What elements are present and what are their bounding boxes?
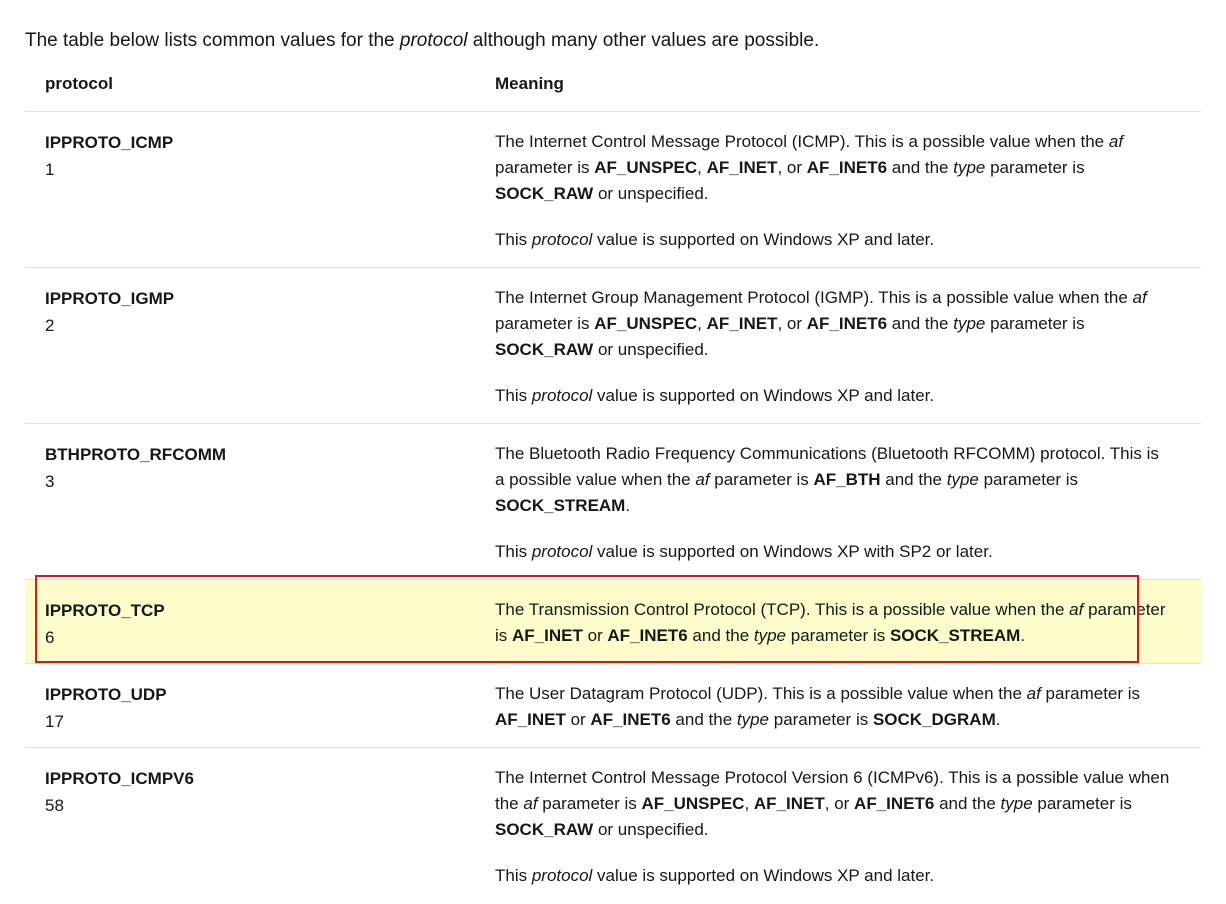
meaning-cell: The Internet Control Message Protocol Ve… [495,748,1181,904]
bold-term: AF_INET [512,626,583,645]
intro-text-before: The table below lists common values for … [25,30,400,51]
bold-term: AF_UNSPEC [641,794,745,813]
bold-term: AF_INET6 [806,158,888,177]
bold-term: SOCK_DGRAM [872,710,996,729]
protocol-value: 3 [45,472,55,491]
support-note: This protocol value is supported on Wind… [495,866,935,885]
italic-term: protocol [531,386,593,405]
bold-term: AF_INET6 [607,626,688,645]
italic-term: type [736,710,770,729]
protocol-cell: IPPROTO_ICMP 1 [25,112,495,267]
protocol-name: IPPROTO_ICMP [45,133,174,152]
bold-term: AF_INET6 [806,314,888,333]
italic-term: af [1132,288,1147,307]
bold-term: AF_INET [706,314,778,333]
intro-term: protocol [399,30,468,51]
protocol-cell: IPPROTO_ICMPV6 58 [25,748,495,904]
italic-term: af [523,794,538,813]
table-row: BTHPROTO_RFCOMM 3 The Bluetooth Radio Fr… [25,424,1201,580]
bold-term: AF_UNSPEC [594,158,698,177]
meaning-text: The Internet Group Management Protocol (… [495,288,1147,359]
bold-term: SOCK_STREAM [889,626,1021,645]
intro-paragraph: The table below lists common values for … [25,28,819,54]
meaning-cell: The User Datagram Protocol (UDP). This i… [495,664,1181,747]
support-note: This protocol value is supported on Wind… [495,386,935,405]
italic-term: type [953,314,986,333]
bold-term: AF_INET6 [590,710,671,729]
table-row: IPPROTO_ICMP 1 The Internet Control Mess… [25,112,1201,268]
support-note: This protocol value is supported on Wind… [495,230,935,249]
bold-term: SOCK_RAW [495,340,594,359]
protocol-value: 58 [45,796,64,815]
meaning-text: The Bluetooth Radio Frequency Communicat… [495,444,1159,515]
italic-term: type [1000,794,1033,813]
protocol-value: 1 [45,160,55,179]
italic-term: type [946,470,979,489]
table-row: IPPROTO_ICMPV6 58 The Internet Control M… [25,748,1201,904]
protocol-cell: IPPROTO_TCP 6 [25,580,495,663]
bold-term: AF_INET [706,158,778,177]
support-note: This protocol value is supported on Wind… [495,542,993,561]
protocol-table: protocol Meaning IPPROTO_ICMP 1 The Inte… [25,62,1201,904]
meaning-cell: The Internet Group Management Protocol (… [495,268,1181,423]
header-protocol: protocol [45,74,113,93]
bold-term: AF_BTH [813,470,881,489]
protocol-cell: BTHPROTO_RFCOMM 3 [25,424,495,579]
protocol-name: IPPROTO_IGMP [45,289,175,308]
meaning-text: The User Datagram Protocol (UDP). This i… [495,684,1141,729]
table-row: IPPROTO_IGMP 2 The Internet Group Manage… [25,268,1201,424]
italic-term: af [695,470,710,489]
italic-term: protocol [531,866,593,885]
protocol-cell: IPPROTO_UDP 17 [25,664,495,747]
protocol-cell: IPPROTO_IGMP 2 [25,268,495,423]
meaning-text: The Internet Control Message Protocol (I… [495,132,1124,203]
italic-term: type [953,158,986,177]
bold-term: AF_INET [495,710,566,729]
protocol-value: 6 [45,628,55,647]
table-row: IPPROTO_UDP 17 The User Datagram Protoco… [25,664,1201,748]
protocol-name: IPPROTO_ICMPV6 [45,769,194,788]
bold-term: SOCK_RAW [495,184,594,203]
italic-term: protocol [531,542,593,561]
bold-term: AF_INET6 [854,794,935,813]
meaning-text: The Internet Control Message Protocol Ve… [495,768,1170,839]
italic-term: protocol [531,230,593,249]
meaning-cell: The Bluetooth Radio Frequency Communicat… [495,424,1181,579]
italic-term: af [1108,132,1124,151]
italic-term: af [1026,684,1041,703]
italic-term: af [1069,600,1084,619]
protocol-value: 2 [45,316,55,335]
bold-term: SOCK_STREAM [495,496,626,515]
table-row-highlighted: IPPROTO_TCP 6 The Transmission Control P… [25,580,1201,664]
meaning-cell: The Internet Control Message Protocol (I… [495,112,1181,267]
protocol-name: IPPROTO_UDP [45,685,167,704]
intro-text-after: although many other values are possible. [467,30,820,51]
bold-term: AF_UNSPEC [594,314,698,333]
bold-term: AF_INET [753,794,825,813]
table-header-row: protocol Meaning [25,62,1201,112]
meaning-text: The Transmission Control Protocol (TCP).… [495,600,1166,645]
protocol-name: BTHPROTO_RFCOMM [45,445,227,464]
meaning-cell: The Transmission Control Protocol (TCP).… [495,580,1181,663]
protocol-value: 17 [45,712,64,731]
bold-term: SOCK_RAW [495,820,594,839]
protocol-name: IPPROTO_TCP [45,601,165,620]
header-meaning: Meaning [495,74,564,93]
italic-term: type [753,626,787,645]
